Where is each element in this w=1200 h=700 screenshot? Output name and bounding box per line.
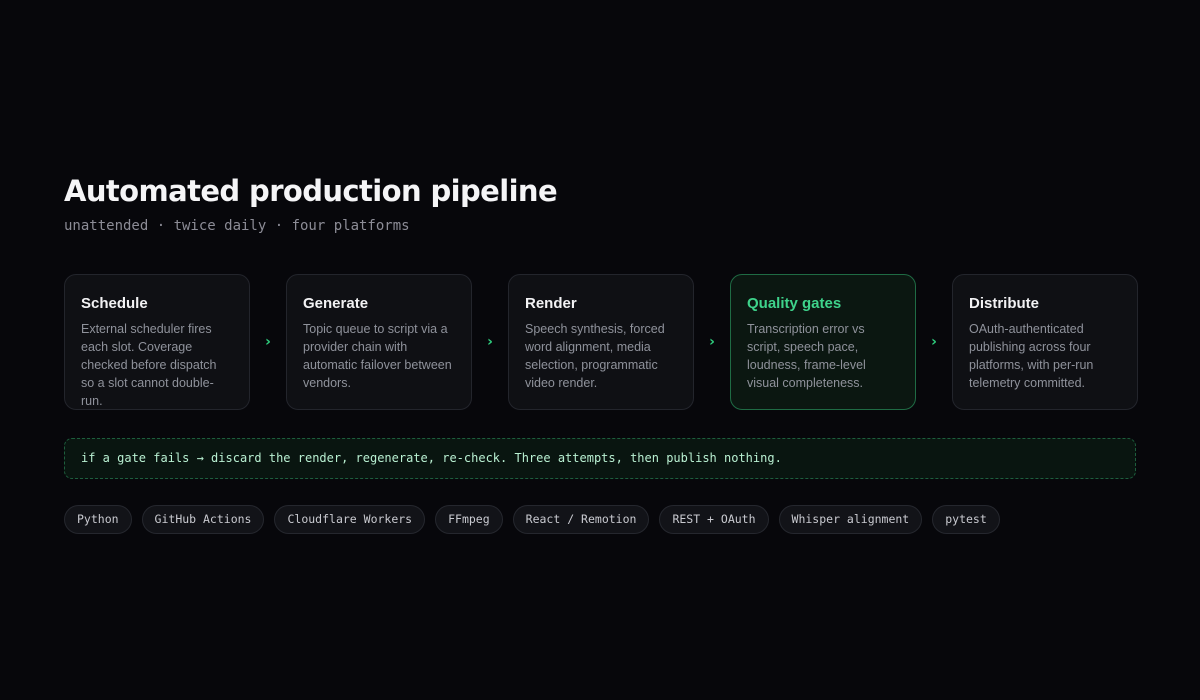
stage-card-distribute: Distribute OAuth-authenticated publishin… bbox=[952, 274, 1138, 410]
stage-description: Topic queue to script via a provider cha… bbox=[303, 322, 452, 390]
tech-tag: REST + OAuth bbox=[659, 505, 769, 534]
pipeline-panel: Automated production pipeline unattended… bbox=[64, 172, 1138, 534]
tech-tag: Python bbox=[64, 505, 132, 534]
stage-description: Speech synthesis, forced word alignment,… bbox=[525, 322, 665, 390]
pipeline-stages: Schedule External scheduler fires each s… bbox=[64, 274, 1138, 410]
stage-description: External scheduler fires each slot. Cove… bbox=[81, 322, 217, 408]
stage-title: Render bbox=[525, 295, 577, 312]
stage-title: Schedule bbox=[81, 295, 148, 312]
tech-tags: Python GitHub Actions Cloudflare Workers… bbox=[64, 505, 1136, 534]
tech-tag: React / Remotion bbox=[512, 505, 650, 534]
stage-title: Generate bbox=[303, 295, 369, 312]
stage-card-schedule: Schedule External scheduler fires each s… bbox=[64, 274, 250, 410]
stage-title: Distribute bbox=[969, 295, 1040, 312]
stage-description: Transcription error vs script, speech pa… bbox=[747, 322, 866, 390]
stage-card-render: Render Speech synthesis, forced word ali… bbox=[508, 274, 694, 410]
tech-tag: Cloudflare Workers bbox=[274, 505, 426, 534]
chevron-right-icon: › bbox=[709, 334, 715, 350]
stage-card-generate: Generate Topic queue to script via a pro… bbox=[286, 274, 472, 410]
page-subtitle: unattended · twice daily · four platform… bbox=[64, 218, 410, 234]
failure-policy-note: if a gate fails → discard the render, re… bbox=[64, 438, 1136, 479]
tech-tag: GitHub Actions bbox=[141, 505, 265, 534]
tech-tag: pytest bbox=[932, 505, 1000, 534]
stage-description: OAuth-authenticated publishing across fo… bbox=[969, 322, 1094, 390]
chevron-right-icon: › bbox=[487, 334, 493, 350]
chevron-right-icon: › bbox=[265, 334, 271, 350]
stage-title: Quality gates bbox=[747, 295, 842, 312]
tech-tag: Whisper alignment bbox=[778, 505, 923, 534]
stage-card-quality-gates: Quality gates Transcription error vs scr… bbox=[730, 274, 916, 410]
chevron-right-icon: › bbox=[931, 334, 937, 350]
page-title: Automated production pipeline bbox=[64, 174, 558, 208]
tech-tag: FFmpeg bbox=[435, 505, 503, 534]
